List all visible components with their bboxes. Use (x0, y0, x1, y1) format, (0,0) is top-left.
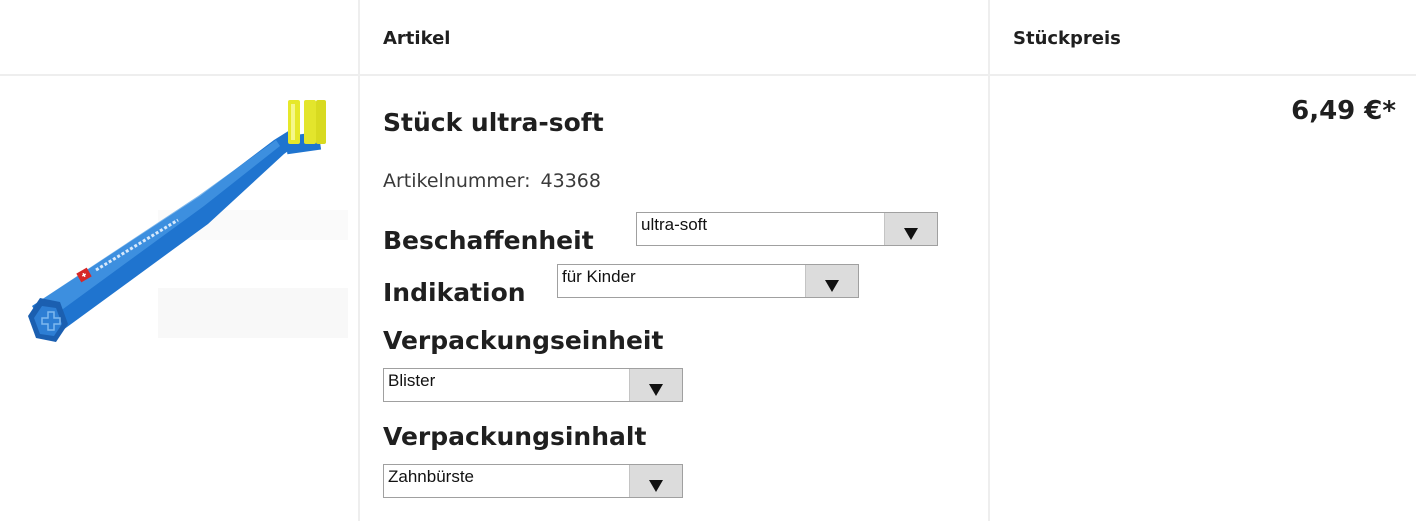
option-label-texture: Beschaffenheit (383, 226, 594, 255)
dropdown-button[interactable] (805, 265, 858, 297)
product-title[interactable]: Stück ultra-soft (383, 108, 604, 137)
toothbrush-image[interactable] (8, 92, 348, 362)
product-table: Artikel Stückpreis Stück ultra-soft Arti… (0, 0, 1416, 521)
package-content-select[interactable]: Zahnbürste (383, 464, 683, 498)
chevron-down-icon (649, 480, 663, 492)
product-number-value: 43368 (540, 170, 601, 192)
indication-select[interactable]: für Kinder (557, 264, 859, 298)
texture-select[interactable]: ultra-soft (636, 212, 938, 246)
select-value: Zahnbürste (388, 467, 474, 486)
dropdown-button[interactable] (629, 369, 682, 401)
package-unit-select[interactable]: Blister (383, 368, 683, 402)
column-header-article: Artikel (383, 27, 451, 49)
dropdown-button[interactable] (629, 465, 682, 497)
select-value: ultra-soft (641, 215, 708, 234)
column-header-price: Stückpreis (1013, 27, 1121, 49)
column-divider (988, 0, 990, 521)
chevron-down-icon (825, 280, 839, 292)
option-label-indication: Indikation (383, 278, 526, 307)
table-header: Artikel Stückpreis (0, 0, 1416, 76)
dropdown-button[interactable] (884, 213, 937, 245)
option-label-package-unit: Verpackungseinheit (383, 326, 664, 355)
select-value: für Kinder (562, 267, 636, 286)
product-number: Artikelnummer: 43368 (383, 170, 601, 192)
chevron-down-icon (904, 228, 918, 240)
column-divider (358, 0, 360, 521)
chevron-down-icon (649, 384, 663, 396)
product-number-label: Artikelnummer: (383, 170, 531, 192)
unit-price: 6,49 €* (1291, 96, 1396, 126)
option-label-package-content: Verpackungsinhalt (383, 422, 647, 451)
select-value: Blister (388, 371, 436, 390)
